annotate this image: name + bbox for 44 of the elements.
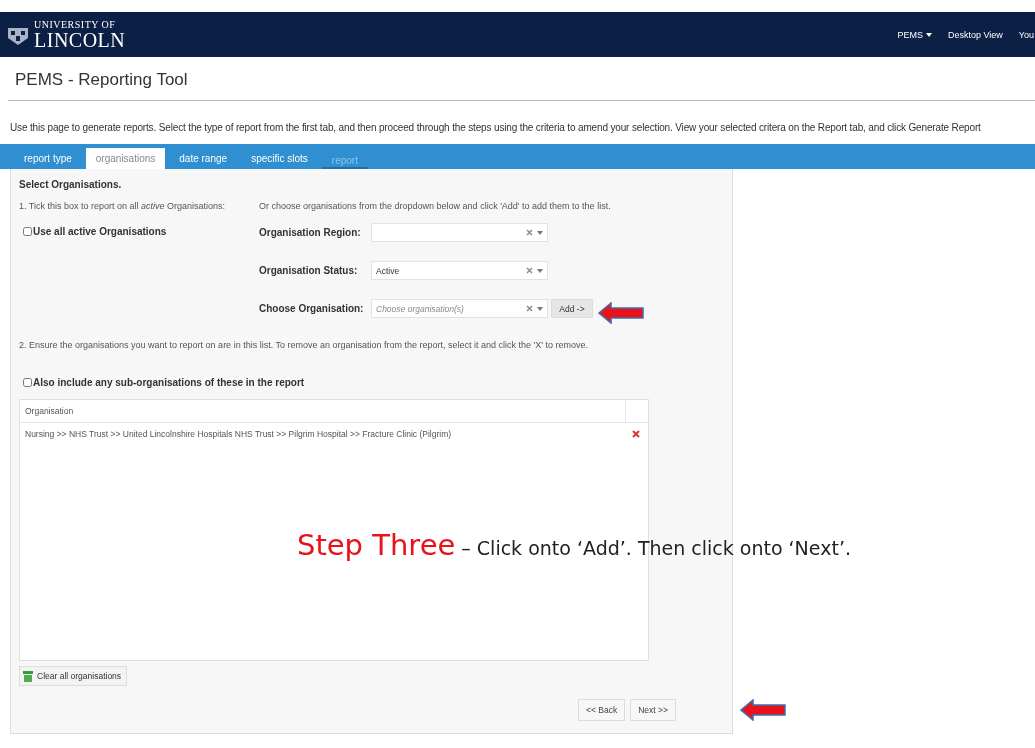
page-title: PEMS - Reporting Tool (15, 70, 189, 91)
nav-button[interactable]: Next >> (630, 699, 676, 721)
nav-button[interactable]: << Back (578, 699, 626, 721)
caret-icon (537, 306, 543, 311)
instruction-text: 2. Ensure the organisations you want to report on are in this list. To remove an organisation from the report, select it and click the 'X' to remove. (19, 340, 590, 350)
pointer-arrow (598, 302, 644, 324)
nav-link[interactable]: PEMS (897, 29, 932, 40)
logo-text: LINCOLN (34, 29, 126, 50)
annotation-text: – Click onto ‘Add’. Then click onto ‘Next’. (461, 537, 851, 559)
select-field[interactable]: Active (371, 261, 548, 280)
field-label: Organisation Region: (259, 227, 362, 238)
column-header: Organisation (24, 405, 75, 418)
tab[interactable]: organisations (85, 148, 166, 169)
clear-button[interactable]: Clear all organisations (19, 666, 128, 686)
table-cell[interactable]: Nursing >> NHS Trust >> United Lincolnshire Hospitals NHS Trust >> Pilgrim Hospital >> Fracture Clinic (Pilgrim) (20, 429, 632, 439)
nav-link[interactable]: Desktop View (947, 29, 1003, 40)
bin-icon (22, 669, 34, 683)
remove-icon[interactable] (632, 430, 640, 438)
clear-icon[interactable] (526, 305, 533, 312)
nav-link[interactable]: You (1018, 29, 1034, 40)
clear-icon[interactable] (526, 229, 533, 236)
caret-icon (537, 268, 543, 273)
field-label: Organisation Status: (259, 265, 359, 276)
tab[interactable]: date range (169, 148, 238, 169)
clear-icon[interactable] (526, 267, 533, 274)
checkbox-label: Use all active Organisations (33, 225, 167, 237)
tab[interactable]: report type (14, 148, 82, 169)
step-label: Step Three (297, 528, 456, 562)
field-label: Choose Organisation: (259, 303, 365, 314)
logo-text: UNIVERSITY OF (34, 19, 117, 30)
section-title: Select Organisations. (19, 179, 123, 190)
instruction-text: 1. Tick this box to report on all active Organisations: (19, 201, 227, 211)
checkbox-label: Also include any sub-organisations of these in the report (33, 376, 305, 388)
instruction-text: Or choose organisations from the dropdown below and click 'Add' to add them to the list. (259, 201, 611, 211)
intro-text: Use this page to generate reports. Select the type of report from the first tab, and then proceed through the steps using the criteria to amend your selection. View your selected critera on the Report tab, and click Generate Report (10, 122, 982, 133)
checkbox[interactable] (23, 227, 32, 236)
caret-icon (925, 32, 932, 37)
caret-icon (537, 230, 543, 235)
select-field[interactable]: Choose organisation(s) (371, 299, 548, 318)
add-button[interactable]: Add -> (551, 299, 593, 318)
checkbox[interactable] (23, 378, 32, 387)
pointer-arrow (740, 699, 786, 721)
tab[interactable]: specific slots (241, 148, 318, 169)
select-field[interactable] (371, 223, 548, 242)
